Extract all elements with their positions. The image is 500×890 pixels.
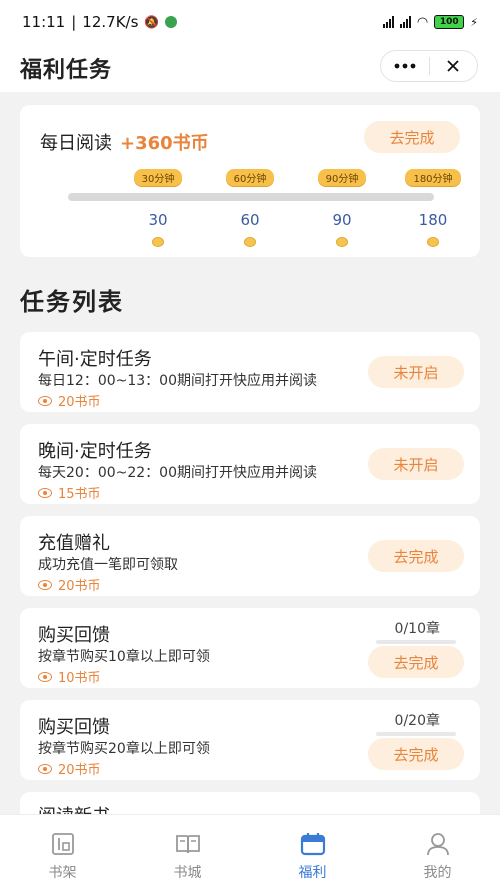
task-reward: 10书币 [38,667,101,686]
more-dots-icon [394,63,416,69]
tab-label: 书架 [48,865,77,881]
task-description: 按章节购买10章以上即可领 [38,649,210,665]
book-store-icon [175,835,200,854]
task-reward: 20书币 [38,391,101,410]
daily-reading-title: 每日阅读 +360书币 [40,129,209,155]
task-reward-text: 20书币 [58,763,101,778]
milestone-tag: 30分钟 [133,169,183,186]
task-reward: 15书币 [38,483,101,502]
signal-icon [399,16,411,28]
milestone-30: 30分钟 30 [128,167,188,247]
task-title: 充值赠礼 [38,533,110,554]
more-button[interactable] [381,51,429,81]
task-title: 晚间·定时任务 [38,441,152,462]
coin-icon [152,237,164,247]
eye-icon [38,487,52,498]
task-reward-text: 10书币 [58,671,101,686]
page-header: 福利任务 [0,44,500,92]
task-reward-text: 20书币 [58,579,101,594]
tab-label: 我的 [423,865,452,881]
status-right: ◠ 100 ⚡ [382,14,478,30]
tab-bookshelf[interactable]: 书架 [0,815,125,890]
status-divider: | [71,13,77,31]
task-title: 午间·定时任务 [38,349,152,370]
bookshelf-icon [51,833,74,855]
coin-icon [244,237,256,247]
milestone-tag: 60分钟 [225,169,275,186]
task-card-purchase-10: 购买回馈 按章节购买10章以上即可领 10书币 0/10章 去完成 [20,608,480,688]
eye-icon [38,395,52,406]
milestone-180: 180分钟 180 [403,167,463,247]
close-icon [447,60,459,72]
task-not-started-button[interactable]: 未开启 [368,448,464,480]
battery-icon: 100 [434,15,465,29]
eye-icon [38,671,52,682]
task-card-purchase-20: 购买回馈 按章节购买20章以上即可领 20书币 0/20章 去完成 [20,700,480,780]
milestone-value: 90 [332,211,352,229]
task-complete-button[interactable]: 去完成 [368,540,464,572]
daily-reading-card: 每日阅读 +360书币 去完成 30分钟 30 60分钟 60 90分钟 90 1… [20,105,480,257]
task-description: 每日12：00~13：00期间打开快应用并阅读 [38,373,317,389]
network-speed: 12.7K/s [82,13,139,31]
task-reward-text: 20书币 [58,395,101,410]
tab-profile[interactable]: 我的 [375,815,500,890]
task-reward-text: 15书币 [58,487,101,502]
page-title: 福利任务 [20,58,113,83]
tab-label: 福利 [298,865,327,881]
status-time: 11:11 [22,13,66,31]
mute-icon: 🔕 [144,15,160,29]
task-complete-button[interactable]: 去完成 [368,646,464,678]
task-complete-button[interactable]: 去完成 [368,738,464,770]
milestone-tag: 180分钟 [405,169,461,186]
task-description: 按章节购买20章以上即可领 [38,741,210,757]
task-description: 每天20：00~22：00期间打开快应用并阅读 [38,465,317,481]
task-card-recharge: 充值赠礼 成功充值一笔即可领取 20书币 去完成 [20,516,480,596]
milestone-value: 30 [148,211,168,229]
status-bar: 11:11 | 12.7K/s 🔕 ◠ 100 ⚡ [0,0,500,44]
task-title: 购买回馈 [38,625,110,646]
tab-welfare[interactable]: 福利 [250,815,375,890]
mini-app-capsule [380,50,478,82]
welfare-calendar-icon [300,833,325,856]
task-progress-track [376,640,456,644]
daily-reading-reward: +360书币 [120,133,209,154]
coin-icon [427,237,439,247]
task-card-evening: 晚间·定时任务 每天20：00~22：00期间打开快应用并阅读 15书币 未开启 [20,424,480,504]
milestone-value: 60 [240,211,260,229]
bottom-tab-bar: 书架 书城 福利 我的 [0,814,500,890]
eye-icon [38,579,52,590]
task-not-started-button[interactable]: 未开启 [368,356,464,388]
task-reward: 20书币 [38,759,101,778]
milestone-value: 180 [418,211,448,229]
task-list-title: 任务列表 [20,288,124,316]
coin-icon [336,237,348,247]
profile-icon [426,833,449,856]
signal-icon [382,16,394,28]
tab-bookstore[interactable]: 书城 [125,815,250,890]
milestone-tag: 90分钟 [317,169,367,186]
task-progress-label: 0/20章 [394,713,440,729]
tab-label: 书城 [173,865,202,881]
milestone-60: 60分钟 60 [220,167,280,247]
app-notification-icon [165,16,178,28]
task-reward: 20书币 [38,575,101,594]
wifi-icon: ◠ [416,14,429,30]
milestone-90: 90分钟 90 [312,167,372,247]
task-description: 成功充值一笔即可领取 [38,557,178,573]
daily-reading-complete-button[interactable]: 去完成 [364,121,460,153]
daily-reading-label: 每日阅读 [40,133,112,154]
charging-icon: ⚡ [470,15,478,29]
status-left: 11:11 | 12.7K/s 🔕 [22,13,178,31]
close-button[interactable] [430,51,478,81]
task-title: 购买回馈 [38,717,110,738]
task-card-noon: 午间·定时任务 每日12：00~13：00期间打开快应用并阅读 20书币 未开启 [20,332,480,412]
task-progress-label: 0/10章 [394,621,440,637]
task-progress-track [376,732,456,736]
eye-icon [38,763,52,774]
